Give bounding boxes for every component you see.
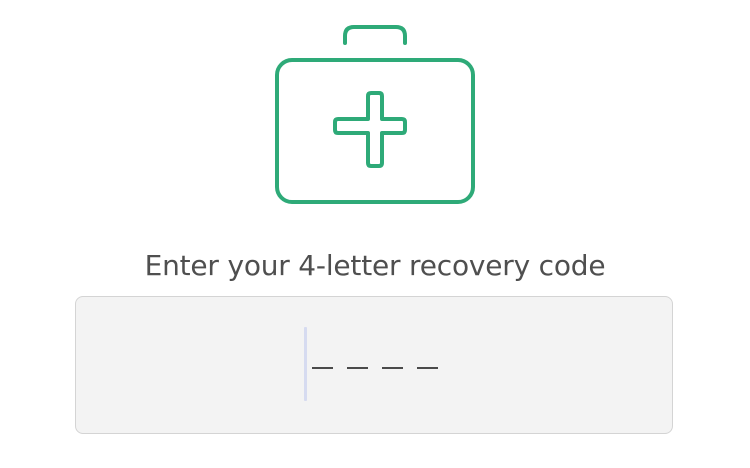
code-slot <box>382 367 403 369</box>
code-slot <box>347 367 368 369</box>
recovery-code-input[interactable] <box>75 296 673 434</box>
text-caret <box>304 327 307 401</box>
code-slot <box>417 367 438 369</box>
code-slots <box>312 367 438 369</box>
code-slot <box>312 367 333 369</box>
first-aid-kit-icon <box>272 22 478 208</box>
recovery-code-prompt: Enter your 4-letter recovery code <box>144 249 606 282</box>
